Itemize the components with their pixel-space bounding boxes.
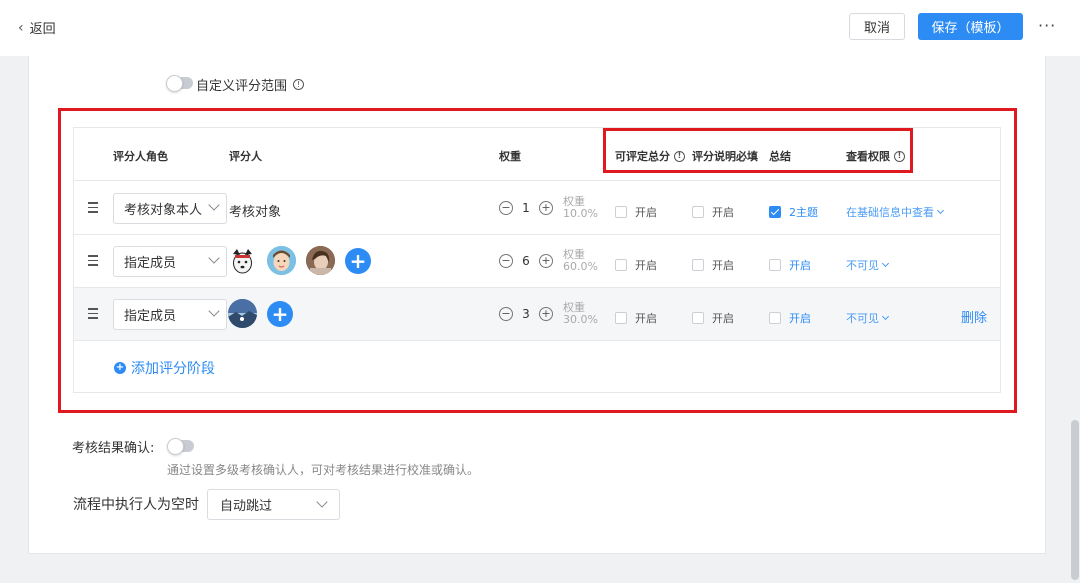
back-button[interactable]: ‹ 返回 xyxy=(18,18,56,38)
confirm-toggle[interactable] xyxy=(167,438,194,455)
empty-executor-value: 自动跳过 xyxy=(220,499,273,514)
scrollbar[interactable] xyxy=(1071,420,1079,580)
custom-range: 自定义评分范围 ! xyxy=(196,75,305,94)
info-icon[interactable]: ! xyxy=(293,79,305,90)
chevron-down-icon xyxy=(316,496,328,508)
confirm-label: 考核结果确认: xyxy=(72,441,155,456)
empty-executor-select[interactable]: 自动跳过 xyxy=(207,489,340,520)
confirm-hint: 通过设置多级考核确认人，可对考核结果进行校准或确认。 xyxy=(167,463,480,477)
highlight-box xyxy=(603,128,913,173)
save-template-button[interactable]: 保存（模板） xyxy=(918,13,1023,40)
cancel-button[interactable]: 取消 xyxy=(849,13,905,40)
empty-executor-label: 流程中执行人为空时 xyxy=(73,497,199,513)
more-icon[interactable]: ··· xyxy=(1038,16,1056,35)
top-bar: ‹ 返回 取消 保存（模板） ··· xyxy=(0,0,1080,56)
back-label: 返回 xyxy=(29,22,56,37)
custom-range-label: 自定义评分范围 xyxy=(196,79,288,94)
chevron-left-icon: ‹ xyxy=(18,19,24,36)
custom-range-toggle[interactable] xyxy=(166,75,193,92)
